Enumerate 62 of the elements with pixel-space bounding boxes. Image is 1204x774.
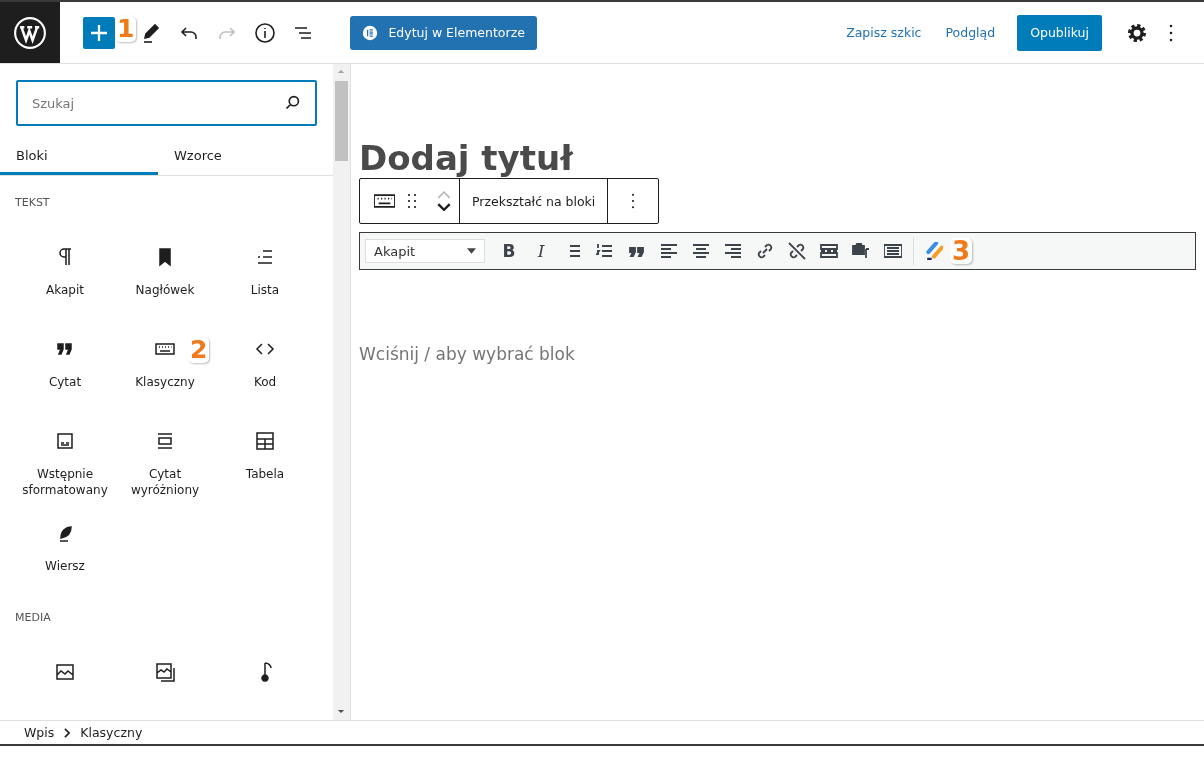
numbered-list-icon bbox=[596, 242, 614, 260]
scroll-up-icon bbox=[337, 69, 345, 74]
keyboard-icon bbox=[884, 242, 902, 260]
caret-icon bbox=[467, 248, 476, 254]
link-icon bbox=[756, 242, 774, 260]
block-item[interactable]: Akapit bbox=[15, 231, 115, 315]
publish-button[interactable]: Opublikuj bbox=[1017, 14, 1102, 51]
settings-icon bbox=[1128, 23, 1146, 42]
section-heading: TEKST bbox=[15, 196, 51, 209]
chevron-up-icon bbox=[437, 191, 451, 199]
elementor-icon bbox=[362, 24, 379, 41]
block-item[interactable]: Kod bbox=[215, 323, 315, 407]
chevron-icon bbox=[64, 727, 71, 738]
chevron-down-icon bbox=[437, 203, 451, 211]
scrollbar-thumb[interactable] bbox=[335, 81, 348, 161]
drag-icon bbox=[407, 193, 417, 209]
breadcrumb-link[interactable]: Klasyczny bbox=[80, 725, 143, 740]
block-prompt[interactable]: Wciśnij / aby wybrać blok bbox=[359, 344, 1196, 364]
pencil-icon bbox=[925, 242, 943, 260]
block-item[interactable]: Tabela bbox=[215, 415, 315, 499]
convert-to-blocks-button[interactable]: Przekształć na bloki bbox=[460, 179, 609, 223]
block-item[interactable]: Klasyczny 2 bbox=[115, 323, 215, 407]
wordpress-icon bbox=[13, 15, 47, 50]
callout-number: 3 bbox=[950, 238, 973, 264]
more-icon bbox=[1169, 23, 1173, 42]
wordpress-logo[interactable] bbox=[0, 2, 60, 63]
tab[interactable]: Wzorce bbox=[158, 138, 316, 175]
block-item[interactable]: Cytat bbox=[15, 323, 115, 407]
add-media-icon bbox=[852, 242, 870, 260]
align-left-icon bbox=[660, 242, 678, 260]
read-more-icon bbox=[820, 242, 838, 260]
move-down-button[interactable] bbox=[437, 203, 451, 211]
align-center-icon bbox=[692, 242, 710, 260]
block-item[interactable]: Wstępnie sformatowany bbox=[15, 415, 115, 499]
table-icon bbox=[253, 429, 277, 453]
save-draft-link[interactable]: Zapisz szkic bbox=[838, 25, 930, 40]
title-placeholder[interactable]: Dodaj tytuł bbox=[359, 138, 573, 178]
more-icon bbox=[631, 193, 636, 209]
italic-button[interactable]: I bbox=[529, 237, 553, 265]
align-right-icon bbox=[724, 242, 742, 260]
section-heading: MEDIA bbox=[15, 611, 52, 624]
scrollbar[interactable] bbox=[333, 64, 350, 720]
block-item[interactable]: Nagłówek bbox=[115, 231, 215, 315]
block-item[interactable]: Cytat wyróżniony bbox=[115, 415, 215, 499]
scroll-down-icon bbox=[337, 709, 345, 714]
tab[interactable]: Bloki bbox=[0, 138, 158, 175]
plus-icon bbox=[91, 24, 107, 41]
add-block-button[interactable] bbox=[83, 16, 115, 49]
callout-number: 2 bbox=[188, 337, 210, 363]
unlink-icon bbox=[788, 242, 806, 260]
search-field[interactable]: Szukaj bbox=[16, 80, 317, 126]
edit-with-elementor-button[interactable]: Edytuj w Elementorze bbox=[350, 15, 537, 50]
keyboard-icon bbox=[374, 194, 395, 208]
block-item[interactable]: Lista bbox=[215, 231, 315, 315]
info-icon bbox=[253, 20, 278, 45]
preview-link[interactable]: Podgląd bbox=[937, 25, 1004, 40]
callout-number: 1 bbox=[115, 15, 137, 42]
bold-button[interactable]: B bbox=[497, 237, 521, 265]
breadcrumb-link[interactable]: Wpis bbox=[24, 725, 55, 740]
block-item[interactable]: Wiersz bbox=[15, 507, 115, 591]
format-dropdown[interactable]: Akapit bbox=[365, 239, 485, 263]
gallery-icon bbox=[153, 660, 177, 684]
